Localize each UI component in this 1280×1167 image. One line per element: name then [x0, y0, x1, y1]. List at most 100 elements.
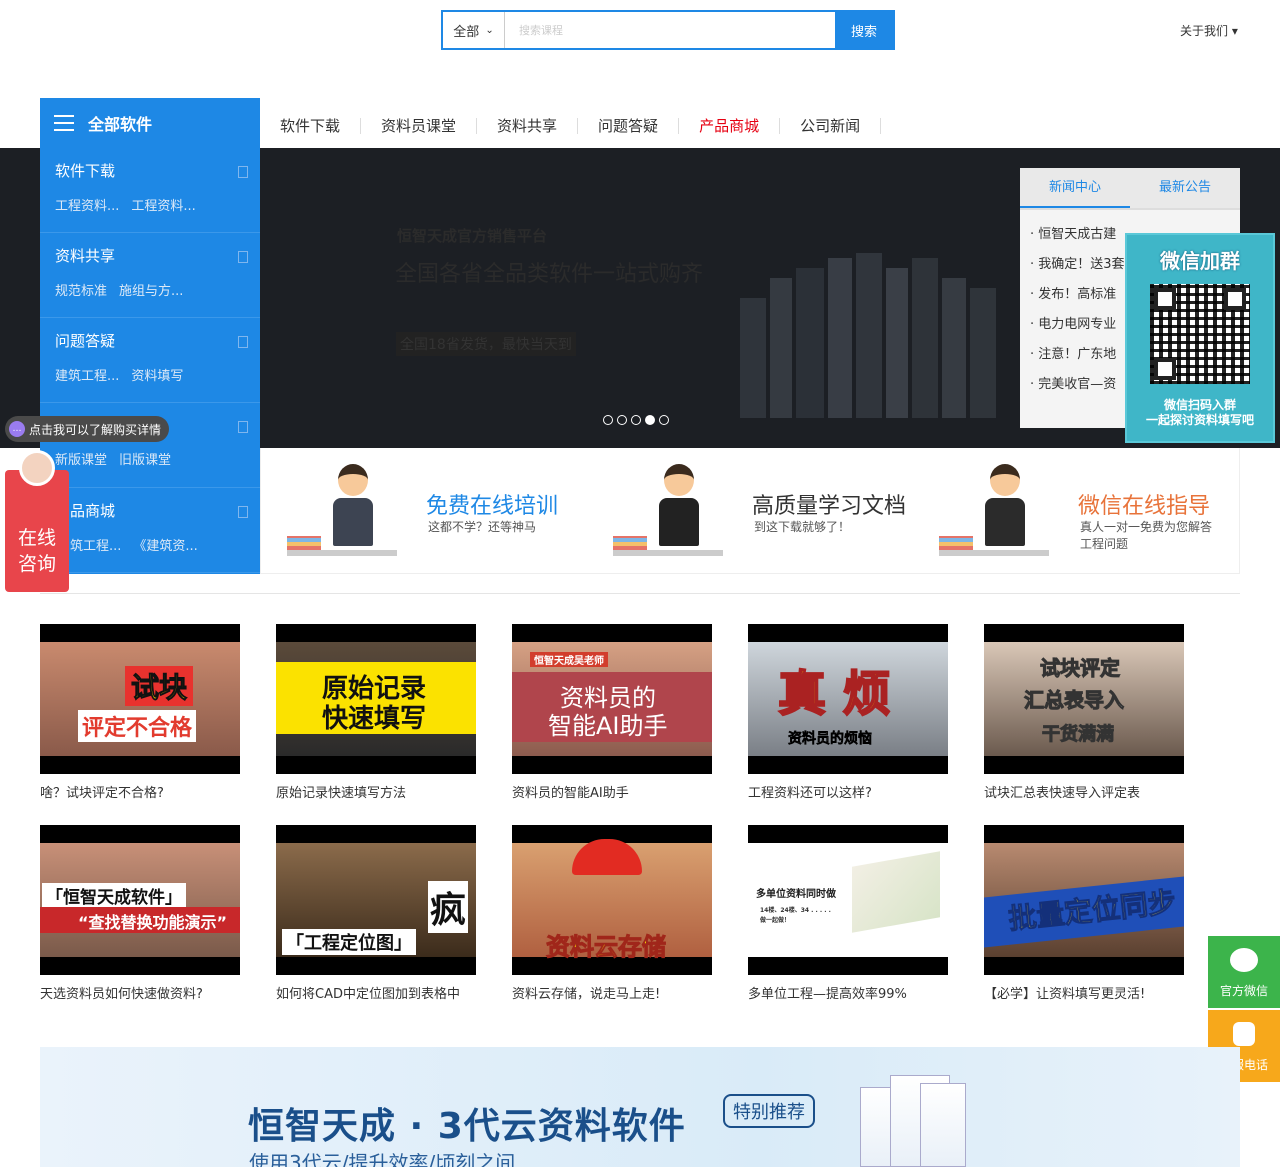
- category-qa[interactable]: 问题答疑 建筑工程... 资料填写: [40, 318, 260, 403]
- category-sub-link[interactable]: 旧版课堂: [119, 449, 171, 468]
- video-title[interactable]: 【必学】让资料填写更灵活!: [984, 983, 1184, 1002]
- category-sub-link[interactable]: 工程资料...: [55, 195, 119, 214]
- promo-title: 恒智天成 · 3代云资料软件: [248, 1106, 686, 1147]
- consult-label-1: 在线: [17, 527, 56, 549]
- video-card[interactable]: 批量定位同步 【必学】让资料填写更灵活!: [984, 825, 1184, 1002]
- video-title[interactable]: 试块汇总表快速导入评定表: [984, 782, 1184, 801]
- tab-latest-notice[interactable]: 最新公告: [1130, 168, 1240, 208]
- carousel-dot[interactable]: [659, 415, 669, 425]
- chat-tooltip-text: 点击我可以了解购买详情: [29, 422, 162, 437]
- tablet-man-illustration: [939, 464, 1049, 556]
- category-sub-link[interactable]: 规范标准: [55, 280, 107, 299]
- category-software-download[interactable]: 软件下载 工程资料... 工程资料...: [40, 148, 260, 233]
- category-menu: 软件下载 工程资料... 工程资料... 资料共享 规范标准 施组与方... 问…: [40, 148, 260, 574]
- feature-docs[interactable]: 高质量学习文档 到这下载就够了！: [587, 448, 913, 573]
- agent-avatar: [19, 450, 55, 486]
- feature-free-training[interactable]: 免费在线培训 这都不学？还等神马: [261, 448, 587, 573]
- wechat-group-card[interactable]: 微信加群 微信扫码入群 一起探讨资料填写吧: [1125, 233, 1275, 443]
- official-wechat-button[interactable]: 官方微信: [1208, 936, 1280, 1008]
- feature-desc: 到这下载就够了！: [754, 520, 851, 534]
- caret-down-icon: ▾: [1231, 24, 1238, 38]
- carousel-dot-active[interactable]: [645, 415, 655, 425]
- category-doc-icon: [238, 336, 248, 348]
- video-card[interactable]: 疯 「工程定位图」 如何将CAD中定位图加到表格中: [276, 825, 476, 1002]
- category-product-mall[interactable]: 品商城 筑工程... 《建筑资...: [40, 488, 260, 573]
- all-software-header[interactable]: 全部软件: [40, 98, 260, 148]
- category-sub-link[interactable]: 建筑工程...: [55, 365, 119, 384]
- category-title: 问题答疑: [55, 332, 116, 350]
- video-thumbnail[interactable]: 多单位资料同时做 14楼、24楼、34 . . . . . 做一起做！: [748, 825, 948, 975]
- search-input[interactable]: [505, 12, 835, 48]
- video-card[interactable]: 多单位资料同时做 14楼、24楼、34 . . . . . 做一起做！ 多单位工…: [748, 825, 948, 1002]
- video-thumbnail[interactable]: 资料云存储: [512, 825, 712, 975]
- feature-strip: 免费在线培训 这都不学？还等神马 高质量学习文档 到这下载就够了！ 微信在线指导…: [260, 448, 1240, 574]
- video-thumbnail[interactable]: 「恒智天成软件」 “查找替换功能演示”: [40, 825, 240, 975]
- feature-title: 微信在线指导: [1078, 494, 1211, 519]
- nav-qa[interactable]: 问题答疑: [578, 118, 680, 134]
- video-thumbnail[interactable]: 真 烦 资料员的烦恼: [748, 624, 948, 774]
- video-card[interactable]: 恒智天成吴老师 资料员的 智能AI助手 资料员的智能AI助手: [512, 624, 712, 801]
- category-resource-share[interactable]: 资料共享 规范标准 施组与方...: [40, 233, 260, 318]
- video-title[interactable]: 资料云存储，说走马上走!: [512, 983, 712, 1002]
- category-sub-link[interactable]: 施组与方...: [119, 280, 183, 299]
- online-consult-button[interactable]: 在线 咨询: [5, 450, 69, 592]
- video-thumbnail[interactable]: 疯 「工程定位图」: [276, 825, 476, 975]
- video-title[interactable]: 工程资料还可以这样?: [748, 782, 948, 801]
- video-thumbnail[interactable]: 试块 评定不合格: [40, 624, 240, 774]
- main-nav: 软件下载 资料员课堂 资料共享 问题答疑 产品商城 公司新闻: [260, 108, 882, 144]
- tab-news-center[interactable]: 新闻中心: [1020, 168, 1130, 208]
- about-us-label: 关于我们: [1180, 24, 1229, 38]
- category-title: 软件下载: [55, 162, 116, 180]
- video-card[interactable]: 原始记录 快速填写 原始记录快速填写方法: [276, 624, 476, 801]
- book-shelf-image: [740, 248, 1020, 418]
- promo-banner[interactable]: 恒智天成 · 3代云资料软件 特别推荐 使用3代云/提升效率/顷刻之间: [40, 1047, 1240, 1167]
- video-title[interactable]: 资料员的智能AI助手: [512, 782, 712, 801]
- feature-desc: 真人一对一免费为您解答工程问题: [1080, 520, 1213, 551]
- category-sub-link[interactable]: 筑工程...: [70, 535, 121, 554]
- video-thumbnail[interactable]: 恒智天成吴老师 资料员的 智能AI助手: [512, 624, 712, 774]
- nav-product-mall[interactable]: 产品商城: [679, 118, 781, 134]
- nav-clerk-classroom[interactable]: 资料员课堂: [361, 118, 478, 134]
- qr-code-icon: [1150, 284, 1250, 384]
- category-title: 品商城: [70, 502, 116, 520]
- category-sub-link[interactable]: 资料填写: [131, 365, 183, 384]
- video-card[interactable]: 试块 评定不合格 啥？试块评定不合格?: [40, 624, 240, 801]
- feature-wechat-guide[interactable]: 微信在线指导 真人一对一免费为您解答工程问题: [913, 448, 1239, 573]
- chat-tooltip[interactable]: … 点击我可以了解购买详情: [5, 416, 170, 442]
- category-sub-link[interactable]: 新版课堂: [55, 449, 107, 468]
- divider: [40, 593, 1240, 594]
- video-card[interactable]: 「恒智天成软件」 “查找替换功能演示” 天选资料员如何快速做资料?: [40, 825, 240, 1002]
- carousel-dot[interactable]: [631, 415, 641, 425]
- video-title[interactable]: 如何将CAD中定位图加到表格中: [276, 983, 476, 1002]
- video-title[interactable]: 多单位工程—提高效率99%: [748, 983, 948, 1002]
- video-thumbnail[interactable]: 批量定位同步: [984, 825, 1184, 975]
- carousel-dots: [603, 415, 669, 425]
- video-thumbnail[interactable]: 试块评定 汇总表导入 干货满满: [984, 624, 1184, 774]
- category-sub-link[interactable]: 工程资料...: [131, 195, 195, 214]
- video-title[interactable]: 啥？试块评定不合格?: [40, 782, 240, 801]
- category-sub-link[interactable]: 《建筑资...: [133, 535, 197, 554]
- wechat-group-sub2: 一起探讨资料填写吧: [1145, 413, 1254, 427]
- carousel-dot[interactable]: [617, 415, 627, 425]
- nav-software-download[interactable]: 软件下载: [260, 118, 362, 134]
- video-card[interactable]: 资料云存储 资料云存储，说走马上走!: [512, 825, 712, 1002]
- video-thumbnail[interactable]: 原始记录 快速填写: [276, 624, 476, 774]
- category-doc-icon: [238, 166, 248, 178]
- consult-label-2: 咨询: [17, 553, 56, 575]
- carousel-dot[interactable]: [603, 415, 613, 425]
- video-card[interactable]: 试块评定 汇总表导入 干货满满 试块汇总表快速导入评定表: [984, 624, 1184, 801]
- search-button[interactable]: 搜索: [835, 12, 893, 48]
- nav-resource-share[interactable]: 资料共享: [477, 118, 579, 134]
- all-software-title: 全部软件: [88, 115, 153, 134]
- video-card[interactable]: 真 烦 资料员的烦恼 工程资料还可以这样?: [748, 624, 948, 801]
- category-doc-icon: [238, 421, 248, 433]
- video-title[interactable]: 天选资料员如何快速做资料?: [40, 983, 240, 1002]
- about-us-dropdown[interactable]: 关于我们 ▾: [1180, 22, 1238, 39]
- search-category-select[interactable]: 全部 ⌄: [443, 12, 505, 48]
- banner-line-3: 全国18省发货，最快当天到: [396, 332, 576, 356]
- official-wechat-label: 官方微信: [1219, 984, 1268, 998]
- video-title[interactable]: 原始记录快速填写方法: [276, 782, 476, 801]
- category-doc-icon: [238, 506, 248, 518]
- nav-company-news[interactable]: 公司新闻: [780, 118, 882, 134]
- chevron-down-icon: ⌄: [485, 24, 494, 36]
